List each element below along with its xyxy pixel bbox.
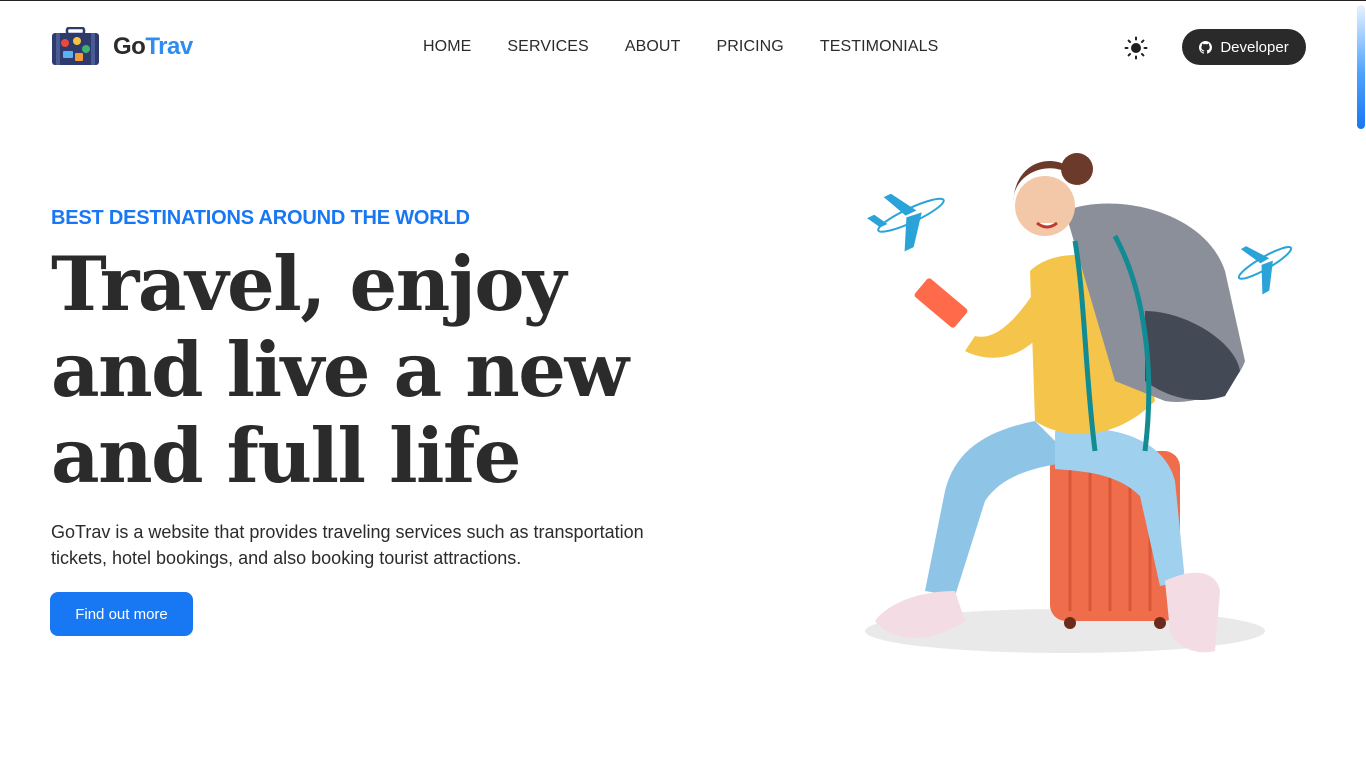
hero-headline: Travel, enjoy and live a new and full li…: [51, 241, 771, 499]
brand-name-go: Go: [113, 32, 146, 60]
hero-headline-line-2: and live a new: [51, 326, 629, 414]
nav-item-pricing[interactable]: PRICING: [716, 38, 783, 56]
traveler-illustration: [865, 153, 1293, 653]
nav-item-services[interactable]: SERVICES: [507, 38, 588, 56]
hero-headline-line-1: Travel, enjoy: [51, 240, 566, 328]
brand-name: GoTrav: [113, 33, 193, 61]
brand-name-trav: Trav: [145, 32, 193, 60]
hero-description-line-1: GoTrav is a website that provides travel…: [51, 522, 644, 542]
hero-eyebrow: BEST DESTINATIONS AROUND THE WORLD: [51, 207, 470, 229]
theme-toggle-button[interactable]: [1122, 34, 1150, 62]
main-nav: HOME SERVICES ABOUT PRICING TESTIMONIALS: [423, 38, 938, 56]
suitcase-logo-icon: [52, 27, 99, 65]
github-icon: [1199, 40, 1213, 54]
find-out-more-button[interactable]: Find out more: [50, 592, 193, 636]
sun-icon: [1124, 36, 1148, 60]
nav-item-home[interactable]: HOME: [423, 38, 471, 56]
brand-logo[interactable]: GoTrav: [50, 27, 193, 66]
airplane-right-icon: [1237, 246, 1293, 295]
hero-description-line-2: tickets, hotel bookings, and also bookin…: [51, 548, 522, 568]
hero-headline-line-3: and full life: [51, 412, 522, 500]
site-header: GoTrav HOME SERVICES ABOUT PRICING TESTI…: [0, 1, 1356, 93]
developer-button[interactable]: Developer: [1182, 29, 1306, 65]
developer-button-label: Developer: [1220, 38, 1289, 56]
nav-item-testimonials[interactable]: TESTIMONIALS: [820, 38, 939, 56]
nav-item-about[interactable]: ABOUT: [625, 38, 681, 56]
airplane-left-icon: [867, 193, 945, 252]
hero-description: GoTrav is a website that provides travel…: [51, 519, 711, 571]
page-scrollbar[interactable]: [1356, 1, 1366, 768]
ticket: [914, 278, 968, 328]
scrollbar-thumb[interactable]: [1357, 5, 1365, 129]
